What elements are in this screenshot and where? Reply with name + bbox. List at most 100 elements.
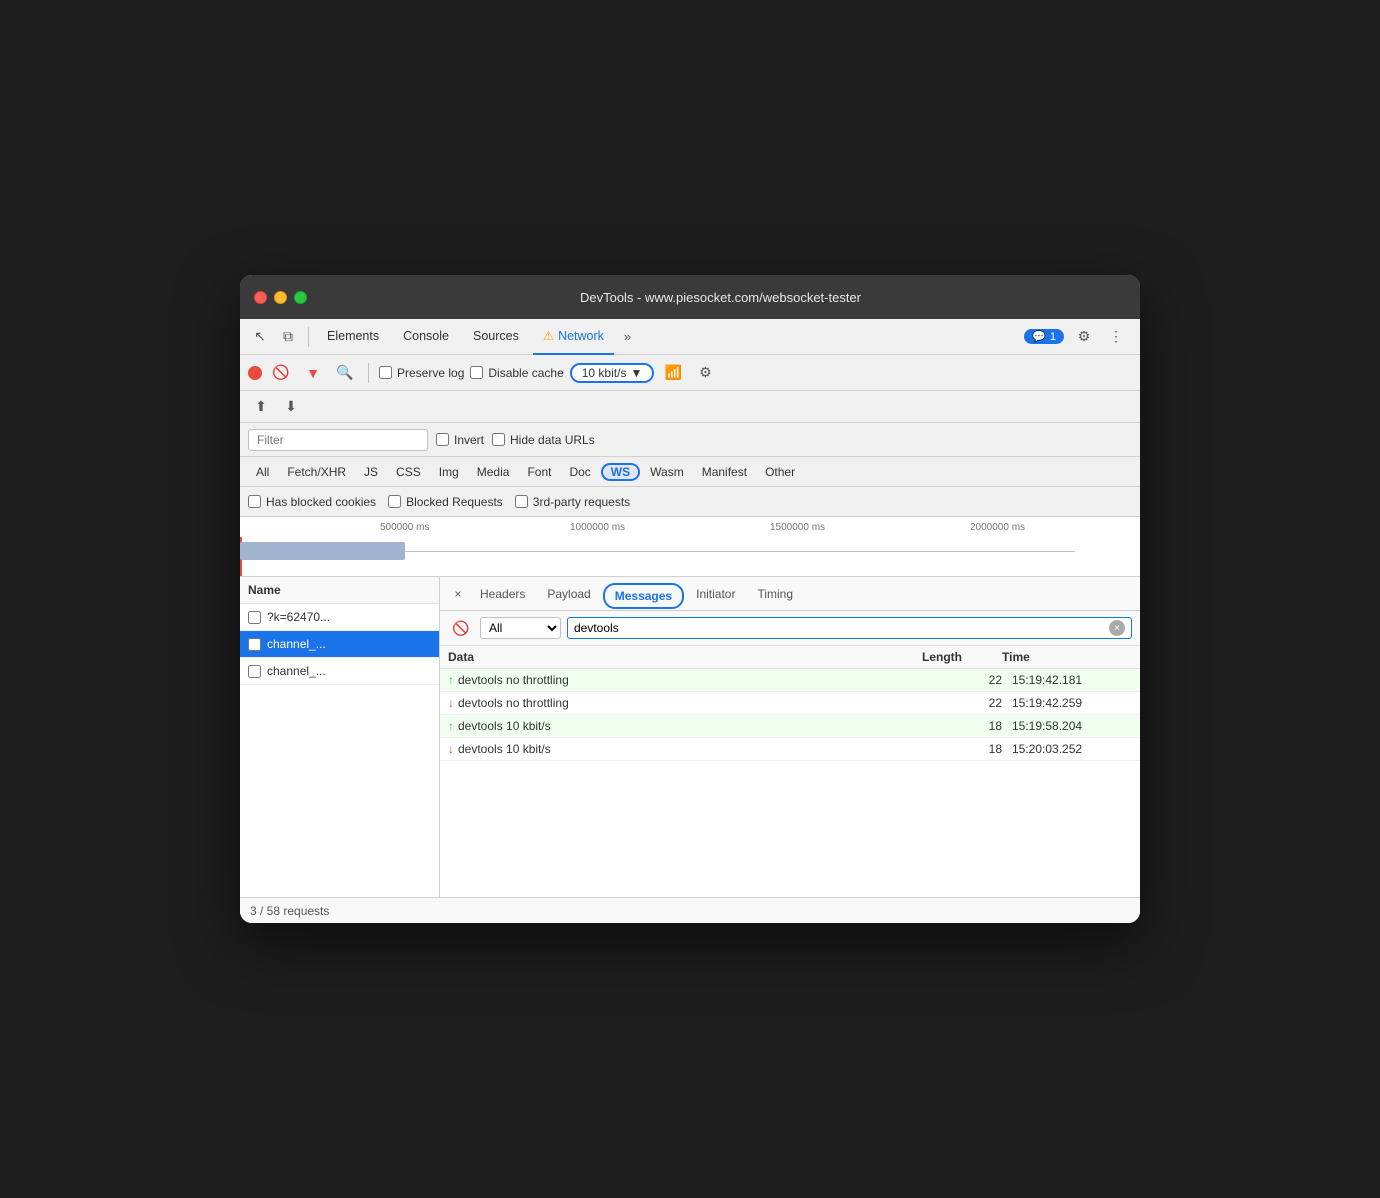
blocked-cookies-checkbox[interactable] [248,495,261,508]
type-ws[interactable]: WS [601,463,640,481]
clear-icon[interactable]: 🚫 [268,360,294,386]
invert-checkbox[interactable] [436,433,449,446]
blocked-requests-checkbox[interactable] [388,495,401,508]
tab-sources[interactable]: Sources [463,319,529,355]
type-fetch-xhr[interactable]: Fetch/XHR [279,464,354,480]
network-toolbar: 🚫 ▼ 🔍 Preserve log Disable cache 10 kbit… [240,355,1140,391]
third-party-checkbox[interactable] [515,495,528,508]
tab-initiator[interactable]: Initiator [686,577,745,611]
blocked-requests-label[interactable]: Blocked Requests [388,495,503,509]
table-row[interactable]: ↑ devtools no throttling 22 15:19:42.181 [440,669,1140,692]
hide-data-urls-label[interactable]: Hide data URLs [492,433,595,447]
file-item-3[interactable]: channel_... [240,658,439,685]
preserve-log-label[interactable]: Preserve log [379,366,464,380]
table-row[interactable]: ↓ devtools 10 kbit/s 18 15:20:03.252 [440,738,1140,761]
ruler-label-3: 1500000 ms [770,522,825,533]
more-tabs-button[interactable]: » [618,319,637,355]
message-data-2: ↓ devtools no throttling [448,696,922,710]
type-js[interactable]: JS [356,464,386,480]
type-img[interactable]: Img [431,464,467,480]
message-badge[interactable]: 💬 1 [1024,329,1064,344]
timeline-area: 500000 ms 1000000 ms 1500000 ms 2000000 … [240,517,1140,577]
type-all[interactable]: All [248,464,277,480]
message-time-1: 15:19:42.181 [1002,673,1132,687]
export-icon[interactable]: ⬇ [278,394,304,420]
type-manifest[interactable]: Manifest [694,464,755,480]
devtools-window: DevTools - www.piesocket.com/websocket-t… [240,275,1140,923]
type-filter-row: All Fetch/XHR JS CSS Img Media Font Doc … [240,457,1140,487]
table-row[interactable]: ↓ devtools no throttling 22 15:19:42.259 [440,692,1140,715]
type-wasm[interactable]: Wasm [642,464,692,480]
type-doc[interactable]: Doc [561,464,598,480]
filter-icon[interactable]: ▼ [300,360,326,386]
message-search-clear[interactable]: × [1109,620,1125,636]
file-checkbox-2[interactable] [248,638,261,651]
import-icon[interactable]: ⬆ [248,394,274,420]
file-checkbox-3[interactable] [248,665,261,678]
ruler-label-4: 2000000 ms [970,522,1025,533]
third-party-label[interactable]: 3rd-party requests [515,495,630,509]
tab-payload[interactable]: Payload [537,577,600,611]
window-title: DevTools - www.piesocket.com/websocket-t… [315,290,1126,305]
upload-arrow-icon: ↑ [448,673,454,687]
wifi-icon[interactable]: 📶 [660,360,686,386]
file-list: Name ?k=62470... channel_... channel_... [240,577,440,897]
timeline-ruler: 500000 ms 1000000 ms 1500000 ms 2000000 … [240,517,1140,537]
maximize-button[interactable] [294,291,307,304]
message-search-box: × [567,617,1132,639]
tab-messages[interactable]: Messages [603,583,684,609]
nav-toolbar: ↖ ⧉ Elements Console Sources ⚠ Network »… [240,319,1140,355]
titlebar: DevTools - www.piesocket.com/websocket-t… [240,275,1140,319]
download-arrow-icon: ↓ [448,742,454,756]
tab-timing[interactable]: Timing [747,577,803,611]
file-list-header: Name [240,577,439,604]
message-data-3: ↑ devtools 10 kbit/s [448,719,922,733]
file-checkbox-1[interactable] [248,611,261,624]
layers-icon[interactable]: ⧉ [276,325,300,349]
type-font[interactable]: Font [519,464,559,480]
chat-icon: 💬 [1032,330,1046,343]
menu-icon[interactable]: ⋮ [1104,325,1128,349]
tab-headers[interactable]: Headers [470,577,535,611]
message-type-select[interactable]: All Sent Received [480,617,561,639]
disable-cache-checkbox[interactable] [470,366,483,379]
filter-input[interactable] [248,429,428,451]
close-panel-button[interactable]: × [448,577,468,611]
disable-cache-label[interactable]: Disable cache [470,366,563,380]
type-other[interactable]: Other [757,464,803,480]
table-row[interactable]: ↑ devtools 10 kbit/s 18 15:19:58.204 [440,715,1140,738]
tab-console[interactable]: Console [393,319,459,355]
hide-data-urls-checkbox[interactable] [492,433,505,446]
invert-label[interactable]: Invert [436,433,484,447]
dropdown-arrow-icon: ▼ [630,366,642,380]
filter-blocked-icon[interactable]: 🚫 [448,615,474,641]
type-media[interactable]: Media [469,464,518,480]
file-item-1[interactable]: ?k=62470... [240,604,439,631]
type-css[interactable]: CSS [388,464,429,480]
record-button[interactable] [248,366,262,380]
tab-network[interactable]: ⚠ Network [533,319,614,355]
file-item-2[interactable]: channel_... [240,631,439,658]
warning-icon: ⚠ [543,328,554,343]
message-search-input[interactable] [574,621,1105,635]
throttle-value: 10 kbit/s [582,366,627,380]
settings-icon[interactable]: ⚙ [1072,325,1096,349]
message-length-4: 18 [922,742,1002,756]
preserve-log-checkbox[interactable] [379,366,392,379]
filter-row: Invert Hide data URLs [240,423,1140,457]
message-length-2: 22 [922,696,1002,710]
blocked-cookies-label[interactable]: Has blocked cookies [248,495,376,509]
network-settings-icon[interactable]: ⚙ [692,360,718,386]
messages-panel: × Headers Payload Messages Initiator Tim… [440,577,1140,897]
cursor-tool-icon[interactable]: ↖ [248,325,272,349]
search-icon[interactable]: 🔍 [332,360,358,386]
timeline-bar-area [240,537,1140,576]
table-header: Data Length Time [440,646,1140,669]
throttle-selector[interactable]: 10 kbit/s ▼ [570,363,655,383]
message-length-1: 22 [922,673,1002,687]
minimize-button[interactable] [274,291,287,304]
tab-elements[interactable]: Elements [317,319,389,355]
close-button[interactable] [254,291,267,304]
import-export-toolbar: ⬆ ⬇ [240,391,1140,423]
ruler-label-2: 1000000 ms [570,522,625,533]
